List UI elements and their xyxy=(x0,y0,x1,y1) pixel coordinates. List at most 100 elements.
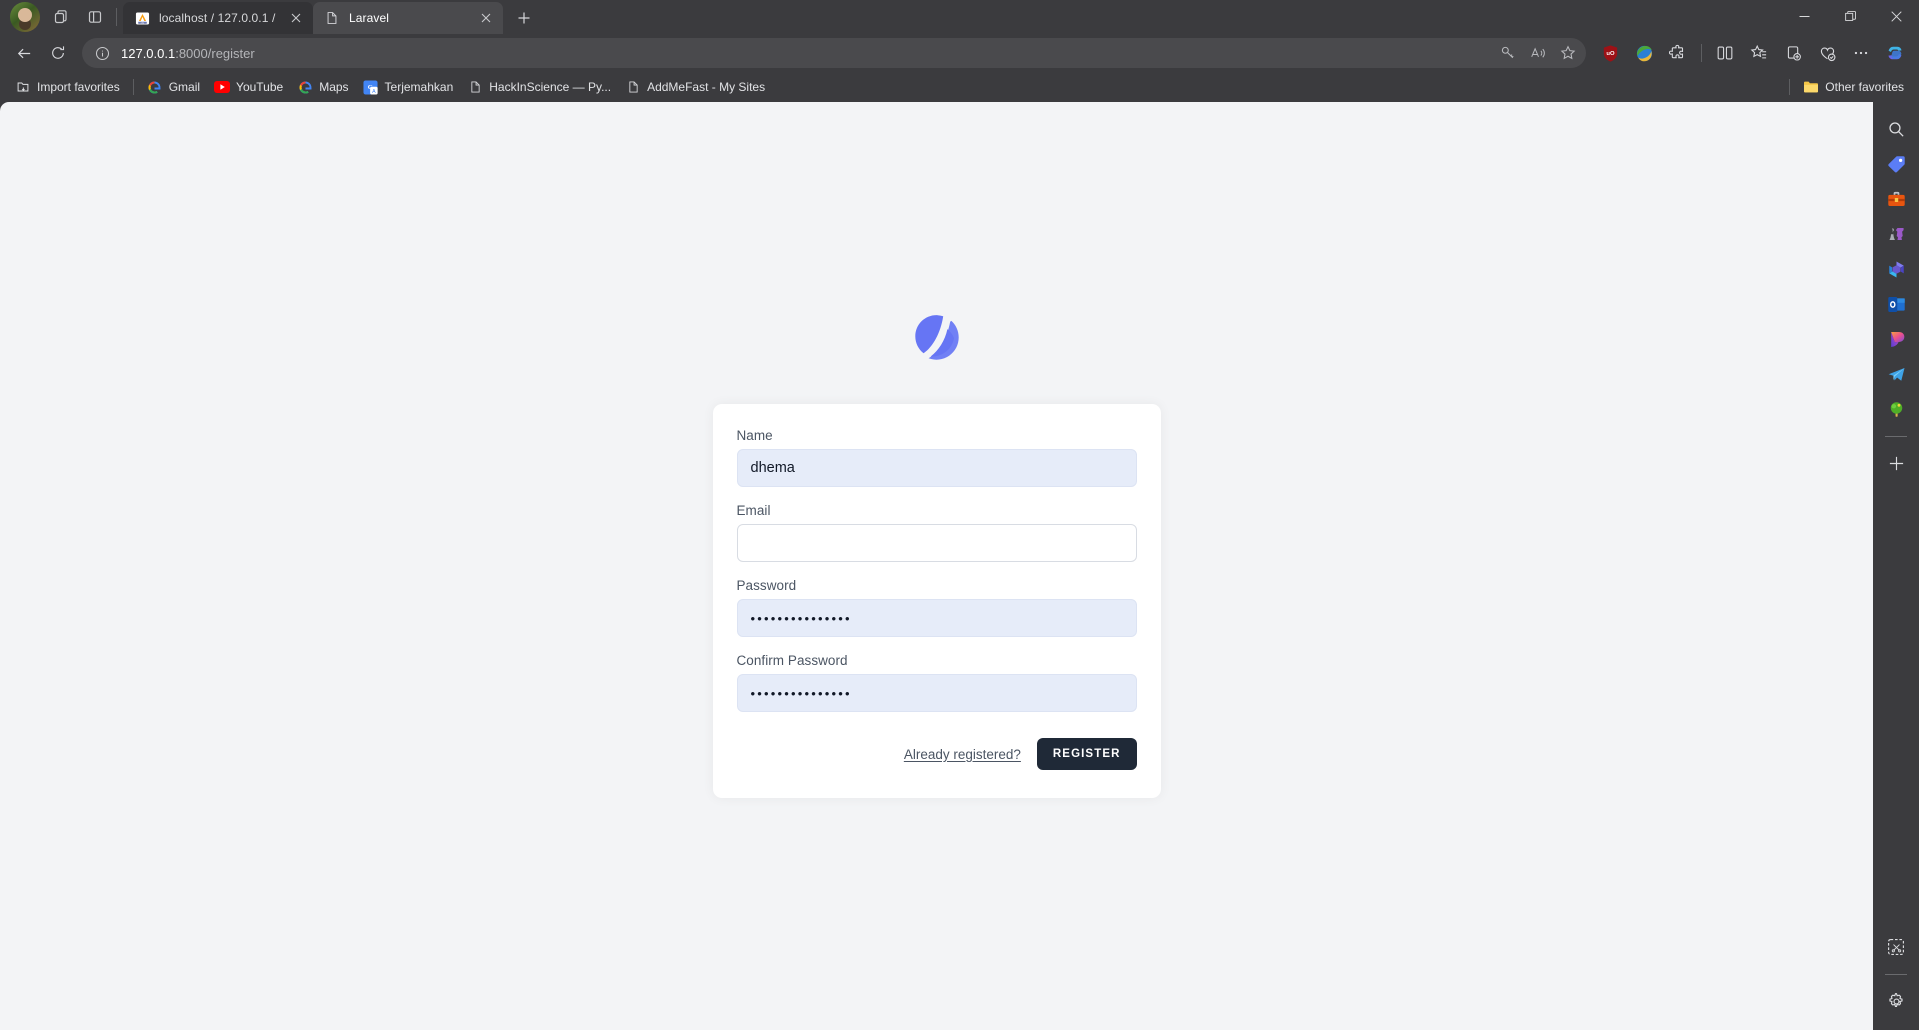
already-registered-link[interactable]: Already registered? xyxy=(904,747,1021,762)
copilot-icon[interactable] xyxy=(1879,37,1911,69)
bookmarks-bar-right: Other favorites xyxy=(1783,76,1911,98)
gmail-icon xyxy=(147,79,163,95)
register-card: Name Email Password Confirm Password xyxy=(712,404,1161,798)
designer-icon[interactable] xyxy=(1879,322,1913,356)
favorite-star-icon[interactable] xyxy=(1554,40,1582,66)
browser-tab-phpmyadmin[interactable]: php localhost / 127.0.0.1 / edu | phpM xyxy=(123,2,313,34)
field-confirm-password: Confirm Password xyxy=(736,653,1137,712)
info-circle-icon[interactable] xyxy=(92,43,112,63)
sidebar-divider xyxy=(1885,436,1907,437)
bookmark-label: Terjemahkan xyxy=(384,80,454,94)
tabstrip-divider xyxy=(116,8,117,26)
tab-actions-icon[interactable] xyxy=(46,2,76,32)
bookmark-label: AddMeFast - My Sites xyxy=(647,80,766,94)
bookmark-hackinscience[interactable]: HackInScience — Py... xyxy=(460,76,618,98)
bookmark-label: Gmail xyxy=(168,80,201,94)
bookmark-label: Import favorites xyxy=(37,80,120,94)
minimize-button[interactable] xyxy=(1781,0,1827,32)
page-icon xyxy=(324,10,340,26)
tab-close-icon[interactable] xyxy=(477,9,495,27)
register-button[interactable]: REGISTER xyxy=(1036,738,1137,770)
tree-game-icon[interactable] xyxy=(1879,392,1913,426)
jetstream-logo xyxy=(909,310,965,366)
close-button[interactable] xyxy=(1873,0,1919,32)
sidebar-divider-bottom xyxy=(1885,974,1907,975)
restore-button[interactable] xyxy=(1827,0,1873,32)
password-label: Password xyxy=(736,578,797,593)
bookmarks-divider xyxy=(132,79,134,95)
bookmark-addmefast[interactable]: AddMeFast - My Sites xyxy=(618,76,772,98)
bookmark-import-favorites[interactable]: Import favorites xyxy=(8,76,127,98)
url-host: 127.0.0.1 xyxy=(121,45,176,61)
bookmarks-divider xyxy=(1789,79,1791,95)
settings-more-icon[interactable] xyxy=(1845,37,1877,69)
bookmark-maps[interactable]: Maps xyxy=(290,76,355,98)
tab-title: localhost / 127.0.0.1 / edu | phpM xyxy=(159,11,278,25)
telegram-icon[interactable] xyxy=(1879,357,1913,391)
collections-icon[interactable] xyxy=(1743,37,1775,69)
add-sidebar-app-button[interactable] xyxy=(1879,446,1913,480)
bookmark-label: Maps xyxy=(319,80,349,94)
other-favorites-label: Other favorites xyxy=(1825,80,1904,94)
address-bar-actions xyxy=(1494,40,1582,66)
address-bar-url: 127.0.0.1:8000/register xyxy=(121,46,1494,61)
idm-integration-icon[interactable] xyxy=(1628,37,1660,69)
url-path: :8000/register xyxy=(175,45,255,61)
outlook-icon[interactable] xyxy=(1879,287,1913,321)
password-input[interactable] xyxy=(736,599,1137,637)
field-password: Password xyxy=(736,578,1137,637)
tab-strip: php localhost / 127.0.0.1 / edu | phpM L… xyxy=(0,0,1919,34)
name-input[interactable] xyxy=(736,449,1137,487)
split-screen-icon[interactable] xyxy=(1709,37,1741,69)
confirm-password-label: Confirm Password xyxy=(736,653,848,668)
email-input[interactable] xyxy=(736,524,1137,562)
extensions-puzzle-icon[interactable] xyxy=(1662,37,1694,69)
profile-avatar[interactable] xyxy=(10,2,40,32)
bookmarks-bar: Import favorites Gmail YouTube Maps G A … xyxy=(0,72,1919,102)
content-area: Name Email Password Confirm Password xyxy=(0,102,1919,1030)
new-tab-button[interactable] xyxy=(509,4,539,32)
vertical-tabs-icon[interactable] xyxy=(80,2,110,32)
toolbar-divider xyxy=(1701,44,1702,62)
ublock-origin-icon[interactable]: uO xyxy=(1594,37,1626,69)
browser-essentials-icon[interactable] xyxy=(1811,37,1843,69)
bookmark-terjemahkan[interactable]: G A Terjemahkan xyxy=(356,76,461,98)
bookmark-youtube[interactable]: YouTube xyxy=(207,76,290,98)
add-to-collection-icon[interactable] xyxy=(1777,37,1809,69)
window-controls xyxy=(1781,0,1919,34)
edge-sidebar xyxy=(1873,102,1919,1030)
email-label: Email xyxy=(736,503,771,518)
address-bar[interactable]: 127.0.0.1:8000/register xyxy=(82,38,1586,68)
field-name: Name xyxy=(736,428,1137,487)
navigation-bar: 127.0.0.1:8000/register uO xyxy=(0,34,1919,72)
form-actions: Already registered? REGISTER xyxy=(737,738,1137,770)
svg-text:uO: uO xyxy=(1606,51,1615,57)
import-favorites-icon xyxy=(15,79,31,95)
tab-close-icon[interactable] xyxy=(287,9,305,27)
key-icon[interactable] xyxy=(1494,40,1522,66)
browser-tab-laravel[interactable]: Laravel xyxy=(313,2,503,34)
microsoft-365-icon[interactable] xyxy=(1879,252,1913,286)
page-icon xyxy=(467,79,483,95)
back-arrow-icon[interactable] xyxy=(8,37,40,69)
tools-briefcase-icon[interactable] xyxy=(1879,182,1913,216)
browser-window: php localhost / 127.0.0.1 / edu | phpM L… xyxy=(0,0,1919,1030)
reload-icon[interactable] xyxy=(42,37,74,69)
tab-title: Laravel xyxy=(349,11,390,25)
field-email: Email xyxy=(736,503,1137,562)
read-aloud-icon[interactable] xyxy=(1524,40,1552,66)
folder-icon xyxy=(1803,79,1819,95)
sidebar-settings-icon[interactable] xyxy=(1879,984,1913,1018)
name-label: Name xyxy=(736,428,773,443)
youtube-icon xyxy=(214,79,231,95)
bookmark-gmail[interactable]: Gmail xyxy=(140,76,207,98)
google-translate-icon: G A xyxy=(363,79,379,95)
screenshot-tool-icon[interactable] xyxy=(1879,930,1913,964)
shopping-tag-icon[interactable] xyxy=(1879,147,1913,181)
phpmyadmin-icon: php xyxy=(134,10,150,26)
other-favorites-folder[interactable]: Other favorites xyxy=(1796,76,1911,98)
confirm-password-input[interactable] xyxy=(736,674,1137,712)
bookmark-label: HackInScience — Py... xyxy=(489,80,612,94)
search-icon[interactable] xyxy=(1879,112,1913,146)
games-icon[interactable] xyxy=(1879,217,1913,251)
